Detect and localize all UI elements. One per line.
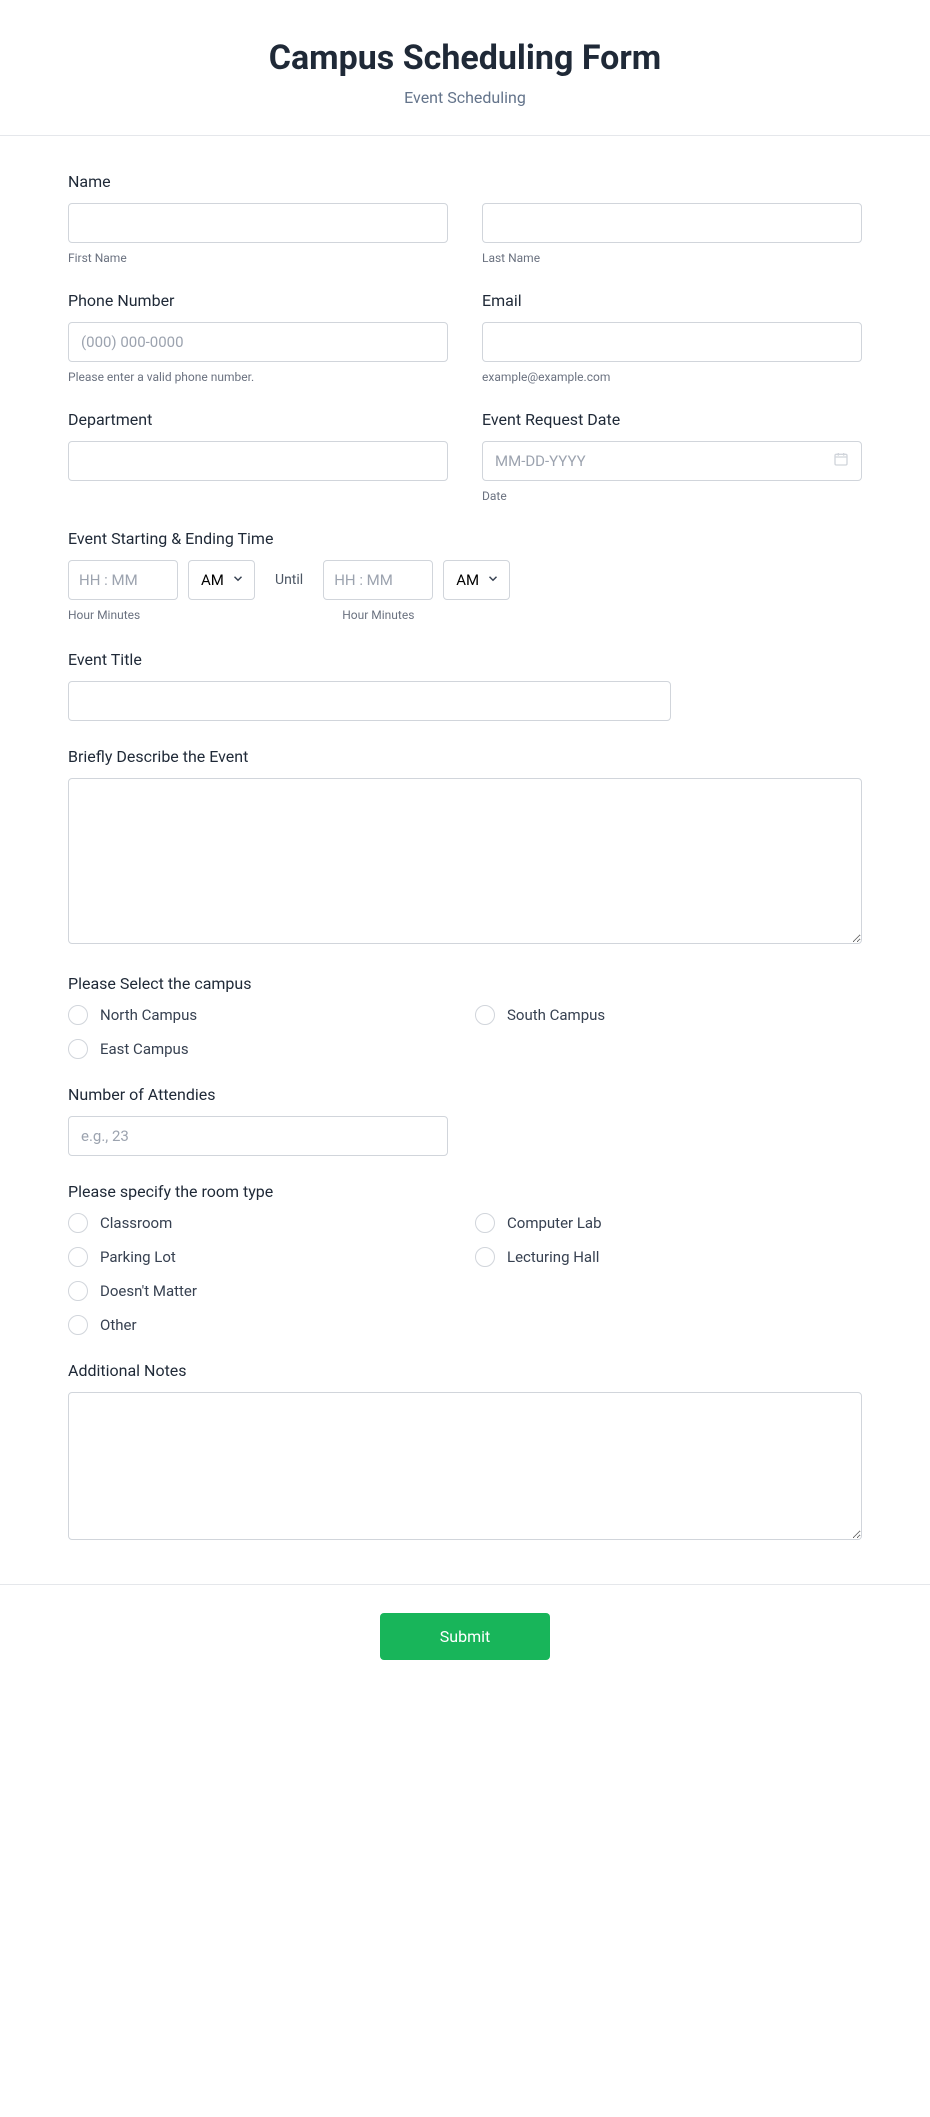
room-type-label: Please specify the room type: [68, 1182, 862, 1201]
radio-label: Lecturing Hall: [507, 1248, 599, 1266]
room-option-lecturing-hall[interactable]: Lecturing Hall: [475, 1247, 862, 1267]
describe-textarea[interactable]: [68, 778, 862, 944]
event-date-label: Event Request Date: [482, 410, 862, 429]
event-title-label: Event Title: [68, 650, 862, 669]
room-option-classroom[interactable]: Classroom: [68, 1213, 455, 1233]
calendar-icon: [833, 451, 849, 471]
event-date-sublabel: Date: [482, 489, 862, 503]
form-header: Campus Scheduling Form Event Scheduling: [0, 0, 930, 135]
notes-textarea[interactable]: [68, 1392, 862, 1540]
radio-icon: [68, 1247, 88, 1267]
radio-label: Other: [100, 1316, 137, 1334]
page-title: Campus Scheduling Form: [0, 38, 930, 78]
room-option-computer-lab[interactable]: Computer Lab: [475, 1213, 862, 1233]
radio-icon: [475, 1005, 495, 1025]
form-footer: Submit: [0, 1584, 930, 1740]
notes-label: Additional Notes: [68, 1361, 862, 1380]
start-time-input[interactable]: [68, 560, 178, 600]
room-option-parking-lot[interactable]: Parking Lot: [68, 1247, 455, 1267]
phone-label: Phone Number: [68, 291, 448, 310]
end-ampm-select[interactable]: AM: [443, 560, 510, 600]
campus-option-east[interactable]: East Campus: [68, 1039, 455, 1059]
event-title-input[interactable]: [68, 681, 671, 721]
end-time-sublabel: Hour Minutes: [342, 608, 452, 624]
submit-button[interactable]: Submit: [380, 1613, 550, 1660]
radio-icon: [475, 1247, 495, 1267]
last-name-input[interactable]: [482, 203, 862, 243]
radio-label: Computer Lab: [507, 1214, 602, 1232]
department-input[interactable]: [68, 441, 448, 481]
last-name-sublabel: Last Name: [482, 251, 862, 265]
radio-label: Doesn't Matter: [100, 1282, 197, 1300]
radio-icon: [68, 1005, 88, 1025]
radio-icon: [68, 1039, 88, 1059]
start-ampm-select[interactable]: AM: [188, 560, 255, 600]
radio-label: Parking Lot: [100, 1248, 176, 1266]
name-label: Name: [68, 172, 862, 191]
radio-label: South Campus: [507, 1006, 605, 1024]
email-sublabel: example@example.com: [482, 370, 862, 384]
campus-option-south[interactable]: South Campus: [475, 1005, 862, 1025]
attendees-input[interactable]: [68, 1116, 448, 1156]
form-body: Name First Name Last Name Phone Number P…: [0, 136, 930, 1584]
until-label: Until: [275, 572, 303, 588]
phone-sublabel: Please enter a valid phone number.: [68, 370, 448, 384]
event-date-field[interactable]: [482, 441, 862, 481]
phone-input[interactable]: [68, 322, 448, 362]
room-option-doesnt-matter[interactable]: Doesn't Matter: [68, 1281, 455, 1301]
radio-icon: [68, 1315, 88, 1335]
radio-label: Classroom: [100, 1214, 172, 1232]
radio-label: North Campus: [100, 1006, 197, 1024]
radio-icon: [475, 1213, 495, 1233]
department-label: Department: [68, 410, 448, 429]
room-option-other[interactable]: Other: [68, 1315, 455, 1335]
start-time-sublabel: Hour Minutes: [68, 608, 178, 624]
event-time-label: Event Starting & Ending Time: [68, 529, 862, 548]
radio-icon: [68, 1281, 88, 1301]
campus-option-north[interactable]: North Campus: [68, 1005, 455, 1025]
first-name-sublabel: First Name: [68, 251, 448, 265]
describe-label: Briefly Describe the Event: [68, 747, 862, 766]
first-name-input[interactable]: [68, 203, 448, 243]
email-input[interactable]: [482, 322, 862, 362]
attendees-label: Number of Attendies: [68, 1085, 862, 1104]
radio-label: East Campus: [100, 1040, 189, 1058]
radio-icon: [68, 1213, 88, 1233]
page-subtitle: Event Scheduling: [0, 88, 930, 107]
event-date-input[interactable]: [495, 452, 833, 470]
email-label: Email: [482, 291, 862, 310]
campus-label: Please Select the campus: [68, 974, 862, 993]
end-time-input[interactable]: [323, 560, 433, 600]
